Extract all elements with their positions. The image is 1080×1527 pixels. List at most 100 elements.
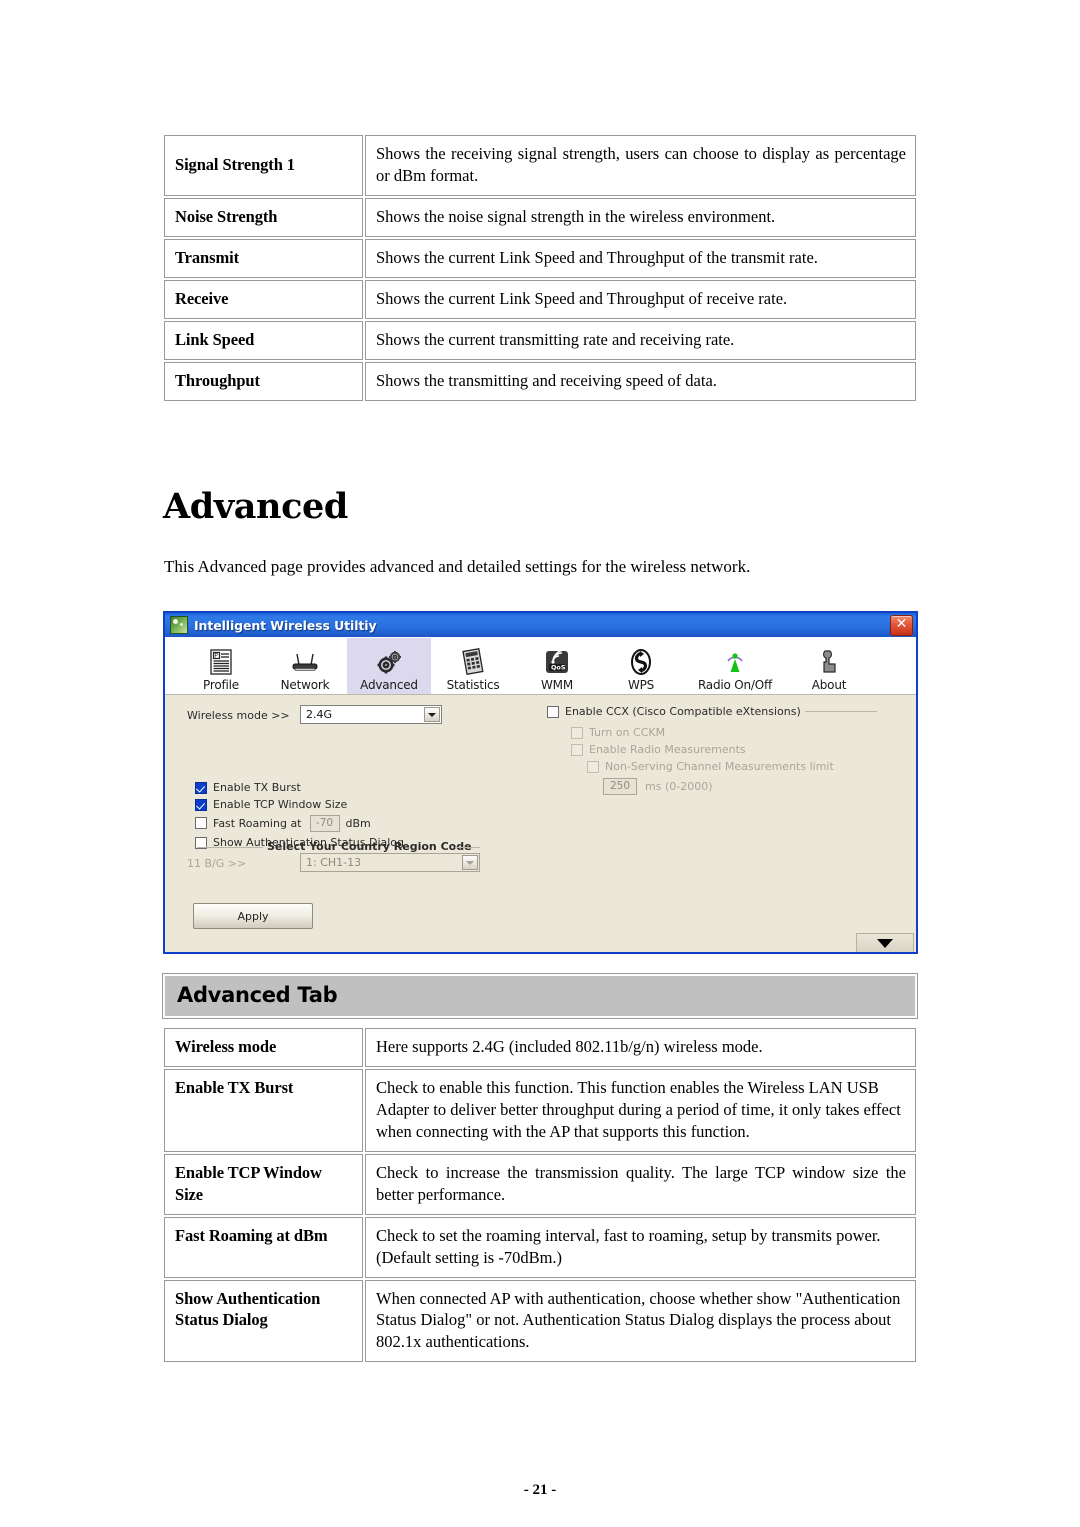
status-description-table: Signal Strength 1 Shows the receiving si…	[162, 133, 918, 403]
nonserving-row[interactable]: Non-Serving Channel Measurements limit	[587, 758, 877, 775]
row-label: Transmit	[164, 238, 363, 278]
row-description: Shows the current Link Speed and Through…	[365, 238, 916, 278]
chevron-down-icon[interactable]	[462, 855, 478, 870]
tab-label: Radio On/Off	[697, 678, 773, 692]
wireless-utility-icon	[170, 616, 188, 634]
advanced-tab-caption-text: Advanced Tab	[165, 976, 915, 1016]
tcp-window-row[interactable]: Enable TCP Window Size	[195, 796, 515, 813]
svg-text:P: P	[214, 653, 218, 660]
chevron-down-icon[interactable]	[424, 707, 440, 722]
tx-burst-row[interactable]: Enable TX Burst	[195, 779, 515, 796]
ccx-label: Enable CCX (Cisco Compatible eXtensions)	[565, 705, 801, 718]
wireless-mode-select[interactable]: 2.4G	[300, 705, 442, 724]
qos-icon: QoS	[540, 647, 574, 677]
country-region-group-label: Select Your Country Region Code	[267, 840, 472, 853]
tx-burst-checkbox[interactable]	[195, 781, 207, 794]
page-title: Advanced	[163, 486, 348, 527]
tab-network[interactable]: Network	[263, 638, 347, 694]
apply-button[interactable]: Apply	[193, 903, 313, 929]
table-row: Link Speed Shows the current transmittin…	[164, 320, 916, 360]
row-label: Receive	[164, 279, 363, 319]
antenna-icon	[718, 647, 752, 677]
table-row: Receive Shows the current Link Speed and…	[164, 279, 916, 319]
tx-burst-label: Enable TX Burst	[213, 781, 301, 794]
row-description: Here supports 2.4G (included 802.11b/g/n…	[365, 1028, 916, 1067]
utility-window-screenshot: Intelligent Wireless Utiltiy ✕ P Profile…	[163, 611, 918, 954]
wireless-mode-value: 2.4G	[306, 708, 333, 721]
limit-unit: ms (0-2000)	[645, 780, 713, 793]
fast-roaming-row[interactable]: Fast Roaming at -70 dBm	[195, 813, 515, 833]
table-row: Transmit Shows the current Link Speed an…	[164, 238, 916, 278]
tab-label: Advanced	[360, 678, 418, 692]
tab-label: WMM	[541, 678, 573, 692]
row-description: Shows the current transmitting rate and …	[365, 320, 916, 360]
table-row: Signal Strength 1 Shows the receiving si…	[164, 135, 916, 196]
table-row: Fast Roaming at dBm Check to set the roa…	[164, 1216, 916, 1278]
tab-label: Statistics	[446, 678, 500, 692]
ccx-checkbox[interactable]	[547, 705, 559, 718]
tab-statistics[interactable]: Statistics	[431, 638, 515, 694]
row-description: Shows the current Link Speed and Through…	[365, 279, 916, 319]
cckm-label: Turn on CCKM	[589, 726, 666, 739]
table-row: Throughput Shows the transmitting and re…	[164, 361, 916, 401]
row-description: Check to increase the transmission quali…	[365, 1153, 916, 1215]
group-rule-left	[197, 847, 263, 848]
ccx-group-rule	[805, 711, 877, 712]
row-label: Enable TX Burst	[164, 1068, 363, 1152]
fast-roaming-unit: dBm	[345, 816, 371, 830]
country-region-select[interactable]: 1: CH1-13	[300, 853, 480, 872]
expand-panel-button[interactable]	[856, 933, 914, 952]
advanced-tab-caption: Advanced Tab	[162, 973, 918, 1019]
table-row: Wireless mode Here supports 2.4G (includ…	[164, 1028, 916, 1067]
row-label: Noise Strength	[164, 197, 363, 237]
limit-row: 250 ms (0-2000)	[603, 778, 877, 795]
radio-measurements-row[interactable]: Enable Radio Measurements	[571, 741, 877, 758]
tab-label: About	[811, 678, 847, 692]
intro-paragraph: This Advanced page provides advanced and…	[164, 557, 751, 576]
nonserving-label: Non-Serving Channel Measurements limit	[605, 760, 834, 773]
row-label: Wireless mode	[164, 1028, 363, 1067]
tab-wmm[interactable]: QoS WMM	[515, 638, 599, 694]
document-page: Signal Strength 1 Shows the receiving si…	[0, 0, 1080, 1527]
row-label: Fast Roaming at dBm	[164, 1216, 363, 1278]
tab-toolbar: P Profile Network Advanced Statistics Qo…	[165, 637, 916, 695]
limit-input[interactable]: 250	[603, 778, 637, 795]
row-label: Show Authentication Status Dialog	[164, 1279, 363, 1363]
table-row: Enable TX Burst Check to enable this fun…	[164, 1068, 916, 1152]
close-icon[interactable]: ✕	[890, 615, 913, 636]
tcp-window-label: Enable TCP Window Size	[213, 798, 348, 811]
svg-text:QoS: QoS	[551, 664, 566, 672]
row-description: Check to enable this function. This func…	[365, 1068, 916, 1152]
tcp-window-checkbox[interactable]	[195, 798, 207, 811]
fast-roaming-checkbox[interactable]	[195, 817, 207, 829]
radio-measurements-checkbox[interactable]	[571, 743, 583, 756]
tab-label: WPS	[627, 678, 655, 692]
row-label: Link Speed	[164, 320, 363, 360]
nonserving-checkbox[interactable]	[587, 760, 599, 773]
advanced-description-table: Wireless mode Here supports 2.4G (includ…	[162, 1026, 918, 1364]
tab-profile[interactable]: P Profile	[179, 638, 263, 694]
page-number: - 21 -	[523, 1482, 557, 1498]
cckm-row[interactable]: Turn on CCKM	[571, 724, 877, 741]
chevron-down-icon	[877, 938, 893, 948]
network-icon	[288, 647, 322, 677]
window-title-bar: Intelligent Wireless Utiltiy ✕	[165, 613, 916, 637]
radio-measurements-label: Enable Radio Measurements	[589, 743, 746, 756]
tab-radio-on-off[interactable]: Radio On/Off	[683, 638, 787, 694]
fast-roaming-input[interactable]: -70	[309, 814, 340, 832]
cckm-checkbox[interactable]	[571, 726, 583, 739]
tab-wps[interactable]: WPS	[599, 638, 683, 694]
wireless-mode-label: Wireless mode >>	[187, 709, 290, 722]
fast-roaming-label: Fast Roaming at	[213, 816, 302, 830]
gears-icon	[372, 647, 406, 677]
row-label: Throughput	[164, 361, 363, 401]
tab-advanced[interactable]: Advanced	[347, 638, 431, 694]
about-icon	[812, 647, 846, 677]
wps-icon	[624, 647, 658, 677]
profile-icon: P	[204, 647, 238, 677]
country-region-value: 1: CH1-13	[306, 856, 362, 869]
group-rule-right	[455, 847, 480, 848]
tab-label: Profile	[203, 678, 239, 692]
row-label: Signal Strength 1	[164, 135, 363, 196]
tab-about[interactable]: About	[787, 638, 871, 694]
